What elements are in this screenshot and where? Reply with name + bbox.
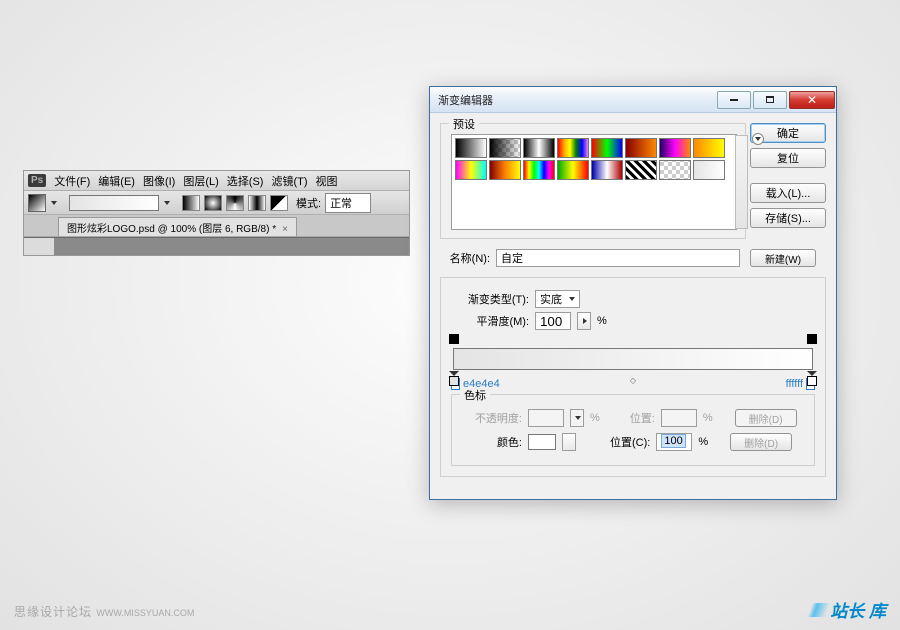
- mode-select[interactable]: 正常: [325, 193, 371, 213]
- name-input[interactable]: [496, 249, 740, 267]
- chevron-down-icon[interactable]: [51, 201, 57, 205]
- footer-right-logo: 站长 库: [810, 597, 886, 622]
- preset-swatch[interactable]: [455, 138, 487, 158]
- reflected-gradient-icon[interactable]: [248, 195, 266, 211]
- close-icon[interactable]: ×: [282, 224, 288, 235]
- menu-bar: Ps 文件(F) 编辑(E) 图像(I) 图层(L) 选择(S) 滤镜(T) 视…: [24, 171, 409, 191]
- opacity-input: [528, 409, 564, 427]
- presets-grid[interactable]: [451, 134, 737, 230]
- gradient-bar[interactable]: ◇: [453, 348, 813, 370]
- options-bar: 模式: 正常: [24, 191, 409, 215]
- wave-icon: [808, 603, 831, 617]
- angle-gradient-icon[interactable]: [226, 195, 244, 211]
- preset-swatch[interactable]: [489, 160, 521, 180]
- dialog-title: 渐变编辑器: [438, 92, 716, 108]
- ps-logo: Ps: [28, 174, 46, 187]
- preset-swatch[interactable]: [557, 138, 589, 158]
- preset-swatch[interactable]: [625, 160, 657, 180]
- menu-image[interactable]: 图像(I): [143, 173, 175, 189]
- menu-layer[interactable]: 图层(L): [183, 173, 218, 189]
- smoothness-input[interactable]: [535, 312, 571, 330]
- preset-swatch[interactable]: [557, 160, 589, 180]
- color-swatch[interactable]: [528, 434, 556, 450]
- percent-label: %: [698, 436, 708, 448]
- color-label: 颜色:: [460, 434, 522, 450]
- preset-swatch[interactable]: [659, 160, 691, 180]
- gradient-editor-dialog: 渐变编辑器 ✕ 确定 复位 载入(L)... 存储(S)... 预设: [429, 86, 837, 500]
- opacity-label: 不透明度:: [460, 410, 522, 426]
- preset-swatch[interactable]: [591, 138, 623, 158]
- canvas-area: [24, 237, 409, 255]
- presets-label: 预设: [449, 116, 479, 132]
- opacity-stop-left[interactable]: [449, 334, 459, 348]
- color-stop-right[interactable]: [807, 371, 817, 385]
- menu-view[interactable]: 视图: [316, 173, 338, 189]
- smoothness-label: 平滑度(M):: [451, 313, 529, 329]
- preset-swatch[interactable]: [523, 160, 555, 180]
- document-tabs: 图形炫彩LOGO.psd @ 100% (图层 6, RGB/8) *×: [24, 215, 409, 237]
- ruler: [24, 238, 54, 255]
- menu-filter[interactable]: 滤镜(T): [271, 173, 307, 189]
- preset-swatch[interactable]: [455, 160, 487, 180]
- midpoint-icon[interactable]: ◇: [630, 376, 636, 385]
- save-button[interactable]: 存储(S)...: [750, 208, 826, 228]
- menu-file[interactable]: 文件(F): [54, 173, 90, 189]
- menu-select[interactable]: 选择(S): [227, 173, 264, 189]
- opacity-stepper: [570, 409, 584, 427]
- preset-swatch[interactable]: [625, 138, 657, 158]
- preset-swatch[interactable]: [523, 138, 555, 158]
- location-input: [661, 409, 697, 427]
- load-button[interactable]: 载入(L)...: [750, 183, 826, 203]
- preset-swatch[interactable]: [489, 138, 521, 158]
- minimize-button[interactable]: [717, 91, 751, 109]
- presets-menu-icon[interactable]: [752, 133, 764, 145]
- location2-label: 位置(C):: [610, 434, 650, 450]
- maximize-button[interactable]: [753, 91, 787, 109]
- name-label: 名称(N):: [440, 250, 490, 266]
- chevron-down-icon[interactable]: [164, 201, 170, 205]
- location-label: 位置:: [630, 410, 655, 426]
- hex-right: ffffff: [786, 378, 803, 390]
- document-tab[interactable]: 图形炫彩LOGO.psd @ 100% (图层 6, RGB/8) *×: [58, 217, 297, 236]
- mode-label: 模式:: [296, 195, 321, 211]
- titlebar[interactable]: 渐变编辑器 ✕: [430, 87, 836, 113]
- delete-opacity-button: 删除(D): [735, 409, 797, 427]
- photoshop-toolbar: Ps 文件(F) 编辑(E) 图像(I) 图层(L) 选择(S) 滤镜(T) 视…: [23, 170, 410, 256]
- percent-label: %: [597, 315, 607, 327]
- chevron-down-icon: [569, 297, 575, 301]
- delete-color-button: 删除(D): [730, 433, 792, 451]
- preset-swatch[interactable]: [591, 160, 623, 180]
- color-picker-button[interactable]: [562, 433, 576, 451]
- chevron-right-icon: [583, 318, 587, 324]
- percent-label: %: [703, 412, 713, 424]
- location2-input[interactable]: 100: [656, 433, 692, 451]
- reset-button[interactable]: 复位: [750, 148, 826, 168]
- gradient-type-label: 渐变类型(T):: [451, 291, 529, 307]
- menu-edit[interactable]: 编辑(E): [98, 173, 135, 189]
- smoothness-stepper[interactable]: [577, 312, 591, 330]
- gradient-type-select[interactable]: 实底: [535, 290, 580, 308]
- gradient-tool-icon[interactable]: [28, 194, 46, 212]
- gradient-preview[interactable]: [69, 195, 159, 211]
- new-button[interactable]: 新建(W): [750, 249, 816, 267]
- preset-swatch[interactable]: [693, 160, 725, 180]
- close-button[interactable]: ✕: [789, 91, 835, 109]
- preset-swatch[interactable]: [659, 138, 691, 158]
- percent-label: %: [590, 412, 600, 424]
- linear-gradient-icon[interactable]: [182, 195, 200, 211]
- opacity-stop-right[interactable]: [807, 334, 817, 348]
- preset-swatch[interactable]: [693, 138, 725, 158]
- diamond-gradient-icon[interactable]: [270, 195, 288, 211]
- color-stop-left[interactable]: [449, 371, 459, 385]
- radial-gradient-icon[interactable]: [204, 195, 222, 211]
- stops-label: 色标: [460, 387, 490, 403]
- footer-left: 思缘设计论坛 WWW.MISSYUAN.COM: [14, 603, 194, 620]
